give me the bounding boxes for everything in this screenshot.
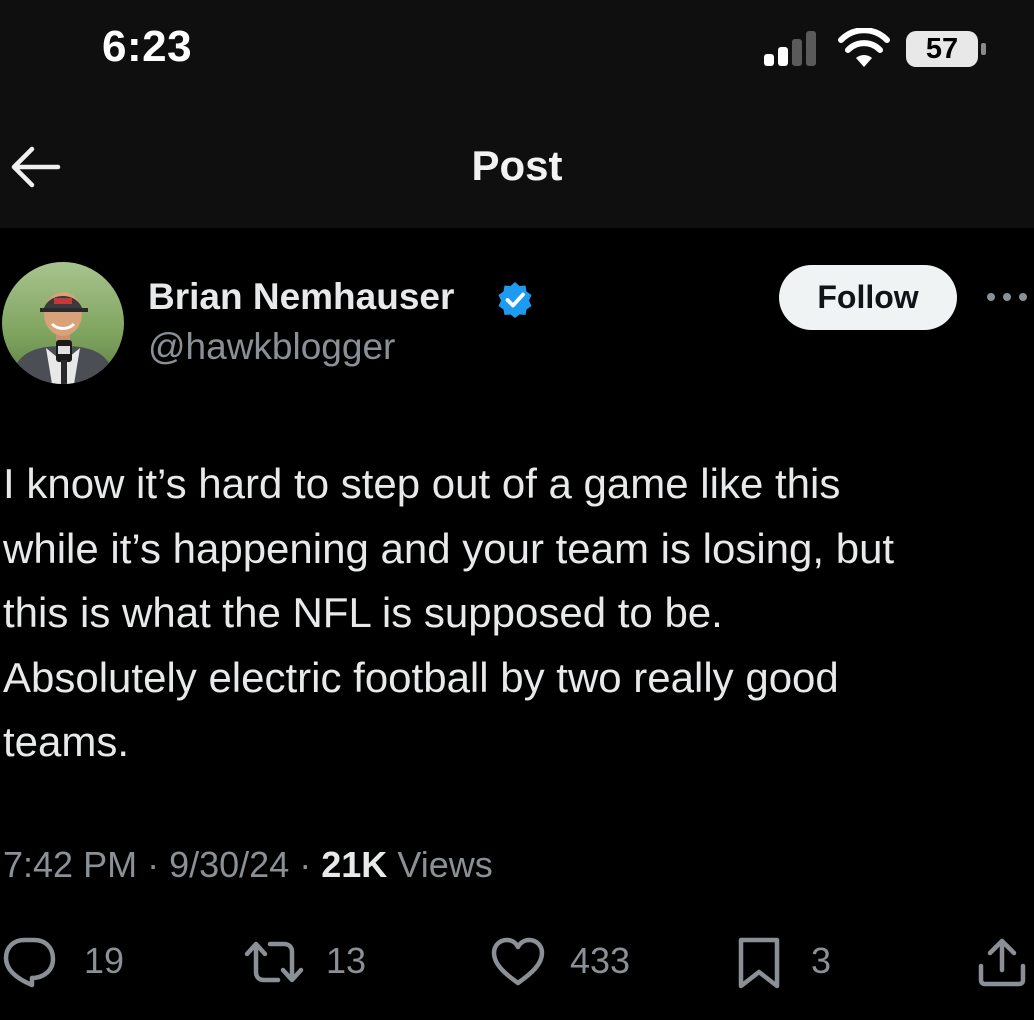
tweet-date: 9/30/24 bbox=[169, 844, 290, 885]
repost-icon bbox=[244, 941, 304, 983]
top-bar: 6:23 57 Post bbox=[0, 0, 1034, 228]
battery-level: 57 bbox=[925, 33, 959, 65]
author-name[interactable]: Brian Nemhauser bbox=[148, 276, 454, 318]
cellular-signal-icon bbox=[764, 31, 816, 66]
page-title: Post bbox=[471, 142, 563, 189]
status-time: 6:23 bbox=[102, 22, 193, 71]
meta-separator: · bbox=[147, 844, 160, 885]
author-handle[interactable]: @hawkblogger bbox=[148, 326, 395, 368]
follow-button[interactable]: Follow bbox=[779, 265, 957, 330]
share-icon bbox=[978, 938, 1026, 987]
reply-icon bbox=[3, 937, 56, 988]
wifi-icon bbox=[838, 28, 890, 67]
reply-button[interactable]: 19 bbox=[2, 934, 142, 990]
bookmark-count: 3 bbox=[811, 940, 832, 981]
bookmark-icon bbox=[738, 937, 780, 989]
bookmark-button[interactable]: 3 bbox=[737, 934, 847, 990]
tweet-meta: 7:42 PM · 9/30/24 · 21K Views bbox=[3, 844, 493, 886]
views-label: Views bbox=[397, 844, 493, 885]
avatar[interactable] bbox=[2, 262, 124, 384]
repost-count: 13 bbox=[326, 940, 367, 981]
heart-icon bbox=[491, 937, 545, 986]
more-options-icon[interactable] bbox=[984, 287, 1030, 307]
like-count: 433 bbox=[570, 940, 631, 981]
verified-badge-icon bbox=[498, 282, 532, 318]
tweet-text: I know it’s hard to step out of a game l… bbox=[3, 460, 895, 765]
repost-button[interactable]: 13 bbox=[244, 934, 384, 990]
like-button[interactable]: 433 bbox=[490, 934, 650, 990]
reply-count: 19 bbox=[84, 940, 125, 981]
share-button[interactable] bbox=[976, 934, 1028, 990]
battery-indicator: 57 bbox=[905, 30, 987, 68]
tweet-time: 7:42 PM bbox=[3, 844, 138, 885]
views-count[interactable]: 21K bbox=[321, 844, 387, 885]
meta-separator: · bbox=[299, 844, 312, 885]
